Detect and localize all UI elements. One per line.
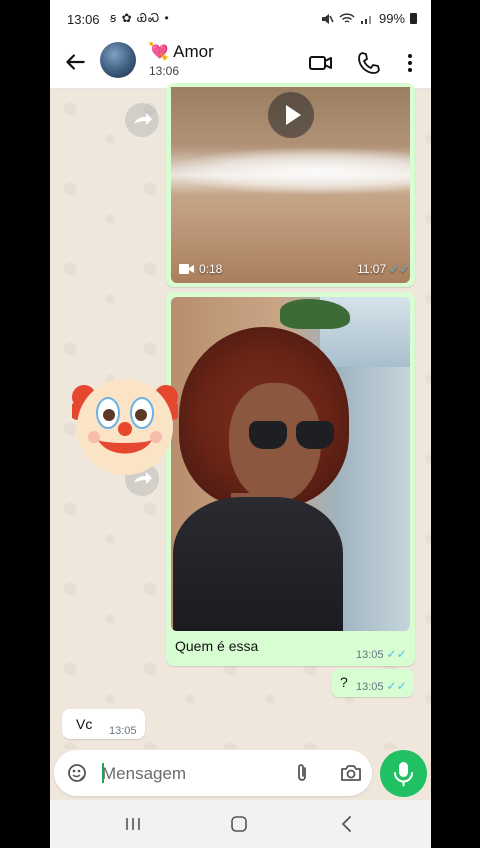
- status-bar: 13:06 ꞩ ✿ ᏯᏍ • 99%: [50, 0, 431, 38]
- mic-button[interactable]: [380, 750, 427, 797]
- incoming-time: 13:05: [109, 725, 137, 737]
- system-nav-bar: [50, 800, 431, 848]
- video-call-icon[interactable]: [308, 50, 334, 76]
- chat-area[interactable]: 0:18 11:07 ✓✓ Quem é essa 13:05 ✓✓ ? 13:…: [50, 83, 431, 749]
- question-message[interactable]: ? 13:05 ✓✓: [331, 669, 414, 697]
- clown-face-icon: [69, 379, 181, 475]
- video-thumbnail[interactable]: 0:18 11:07 ✓✓: [171, 87, 410, 283]
- play-icon: [286, 105, 301, 125]
- battery-icon: [410, 13, 417, 24]
- read-ticks-icon: ✓✓: [386, 647, 407, 661]
- photo-image[interactable]: [171, 297, 410, 631]
- sticker-icon[interactable]: [66, 762, 88, 784]
- wifi-icon: [339, 12, 355, 23]
- back-nav-icon[interactable]: [340, 815, 354, 833]
- forward-icon: [134, 113, 152, 125]
- video-time-text: 11:07: [357, 262, 387, 276]
- play-button[interactable]: [268, 92, 314, 138]
- clown-reaction: [69, 373, 181, 477]
- signal-icon: [360, 15, 371, 24]
- question-text: ?: [340, 674, 348, 690]
- recent-apps-icon[interactable]: [124, 816, 142, 832]
- contact-name-text: Amor: [173, 42, 214, 61]
- photo-time-text: 13:05: [356, 649, 384, 661]
- photo-time: 13:05 ✓✓: [356, 647, 407, 661]
- home-icon[interactable]: [230, 815, 248, 833]
- phone-icon[interactable]: [356, 50, 382, 76]
- microphone-icon: [394, 762, 413, 787]
- video-duration: 0:18: [199, 262, 223, 276]
- read-ticks-icon: ✓✓: [389, 262, 410, 276]
- mute-icon: [321, 13, 334, 24]
- question-time: 13:05 ✓✓: [356, 679, 407, 693]
- phone-screen: 13:06 ꞩ ✿ ᏯᏍ • 99% 💘 Amor 13:06 0:18 11:…: [50, 0, 431, 848]
- forward-button[interactable]: [125, 103, 159, 137]
- message-input[interactable]: [100, 750, 284, 798]
- incoming-text: Vc: [76, 716, 93, 732]
- photo-message[interactable]: Quem é essa 13:05 ✓✓: [166, 292, 415, 666]
- chat-header: 💘 Amor 13:06: [50, 38, 431, 89]
- photo-glasses-right: [296, 421, 334, 449]
- contact-name[interactable]: 💘 Amor: [148, 42, 214, 62]
- status-time: 13:06: [67, 12, 100, 27]
- paperclip-icon[interactable]: [291, 762, 313, 784]
- incoming-message[interactable]: Vc 13:05: [62, 709, 145, 739]
- notification-icons: ꞩ ✿ ᏯᏍ •: [110, 11, 170, 25]
- read-ticks-icon: ✓✓: [386, 679, 407, 693]
- more-vertical-icon[interactable]: [397, 50, 423, 76]
- heart-emoji: 💘: [148, 42, 170, 61]
- battery-level: 99%: [378, 11, 405, 26]
- camera-icon[interactable]: [339, 762, 363, 784]
- photo-glasses-left: [249, 421, 287, 449]
- question-time-text: 13:05: [356, 681, 384, 693]
- photo-clothing: [173, 497, 343, 631]
- video-time: 11:07 ✓✓: [357, 262, 409, 276]
- avatar[interactable]: [100, 42, 136, 78]
- status-right: 99%: [320, 11, 417, 26]
- contact-last-seen: 13:06: [149, 64, 180, 78]
- photo-caption: Quem é essa: [175, 638, 259, 654]
- video-camera-icon: [179, 264, 194, 274]
- video-message[interactable]: 0:18 11:07 ✓✓: [166, 83, 415, 287]
- message-composer: [54, 750, 372, 798]
- back-arrow-icon[interactable]: [62, 49, 88, 75]
- wave-foam: [171, 147, 410, 195]
